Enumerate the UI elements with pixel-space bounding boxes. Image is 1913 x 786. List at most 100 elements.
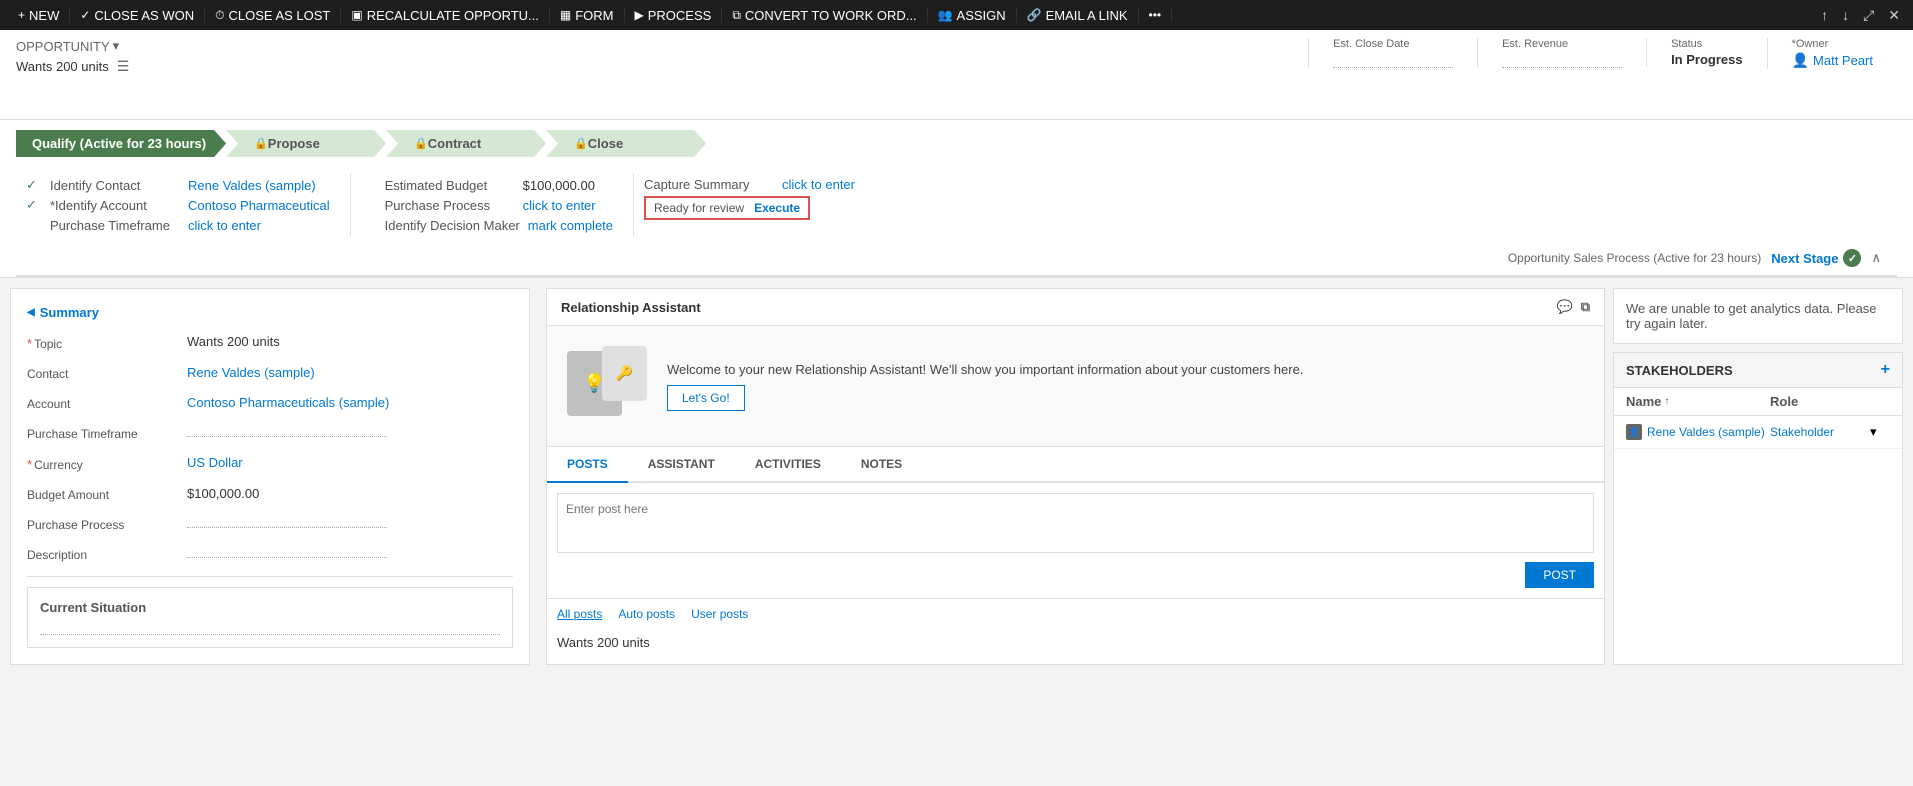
toolbar-item-form[interactable]: ▦FORM xyxy=(550,8,625,23)
sort-icon[interactable]: ↑ xyxy=(1664,396,1669,407)
check-icon-contact: ✓ xyxy=(26,177,42,193)
post-input[interactable] xyxy=(557,493,1594,553)
assign-icon: 👥 xyxy=(938,8,953,22)
process-bottom: Opportunity Sales Process (Active for 23… xyxy=(16,245,1897,277)
stage-step-propose[interactable]: 🔒 Propose xyxy=(226,130,386,157)
owner-field: *Owner 👤 Matt Peart xyxy=(1767,38,1897,69)
toolbar-item-recalculate[interactable]: ▣RECALCULATE OPPORTU... xyxy=(341,8,550,23)
stakeholder-role[interactable]: Stakeholder xyxy=(1770,425,1870,439)
add-stakeholder-icon[interactable]: + xyxy=(1881,361,1890,379)
posts-tabs: POSTSASSISTANTACTIVITIESNOTES xyxy=(547,447,1604,483)
stakeholder-menu[interactable]: ▾ xyxy=(1870,424,1890,440)
toolbar-item-email[interactable]: 🔗EMAIL A LINK xyxy=(1017,8,1139,23)
expand-icon[interactable]: ⧉ xyxy=(1581,299,1590,315)
form-field-contact: ContactRene Valdes (sample) xyxy=(27,365,513,381)
col-role-header: Role xyxy=(1770,394,1870,409)
next-stage-button[interactable]: Next Stage ✓ xyxy=(1771,249,1861,267)
purchase-process-action[interactable]: click to enter xyxy=(523,198,596,213)
toolbar-item-new[interactable]: + NEW xyxy=(8,8,70,23)
form-label-_topic: *Topic xyxy=(27,334,187,351)
form-label-contact: Contact xyxy=(27,365,187,381)
process-row-budget: ✓ Estimated Budget $100,000.00 xyxy=(361,177,613,193)
form-divider xyxy=(27,576,513,577)
decision-maker-action[interactable]: mark complete xyxy=(528,218,613,233)
purchase-timeframe-action[interactable]: click to enter xyxy=(188,218,261,233)
form-label-description: Description xyxy=(27,546,187,562)
form-field-purchase_process: Purchase Process xyxy=(27,516,513,532)
current-situation-value[interactable] xyxy=(40,623,500,635)
stage-step-close[interactable]: 🔒 Close xyxy=(546,130,706,157)
tab-assistant[interactable]: ASSISTANT xyxy=(628,447,735,483)
toolbar-item-assign[interactable]: 👥 ASSIGN xyxy=(928,8,1017,23)
posts-preview: Wants 200 units xyxy=(547,629,1604,656)
process-details: ✓ Identify Contact Rene Valdes (sample) … xyxy=(16,165,1897,245)
toolbar-down-btn[interactable]: ↓ xyxy=(1837,5,1854,25)
toolbar-item-process[interactable]: ▶PROCESS xyxy=(625,8,723,23)
post-filter-all[interactable]: All posts xyxy=(557,607,602,621)
toolbar-up-btn[interactable]: ↑ xyxy=(1816,5,1833,25)
form-field-_topic: *TopicWants 200 units xyxy=(27,334,513,351)
form-icon: ▦ xyxy=(560,8,571,22)
post-button[interactable]: POST xyxy=(1525,562,1594,588)
summary-fields: *TopicWants 200 units ContactRene Valdes … xyxy=(27,334,513,562)
execute-button[interactable]: Execute xyxy=(754,201,800,215)
form-label-account: Account xyxy=(27,395,187,411)
post-filter-auto[interactable]: Auto posts xyxy=(618,607,675,621)
toolbar-item-convert[interactable]: ⧉CONVERT TO WORK ORD... xyxy=(722,8,927,23)
tab-posts[interactable]: POSTS xyxy=(547,447,628,483)
form-value-_currency[interactable]: US Dollar xyxy=(187,455,513,470)
capture-summary-action[interactable]: click to enter xyxy=(782,177,855,192)
new-label: NEW xyxy=(29,8,59,23)
center-panel: Relationship Assistant 💬 ⧉ 💡 🔑 Welcome t… xyxy=(546,288,1605,665)
stage-step-qualify[interactable]: Qualify (Active for 23 hours) xyxy=(16,130,226,157)
lets-go-button[interactable]: Let's Go! xyxy=(667,385,745,411)
convert-icon: ⧉ xyxy=(732,8,741,23)
form-field-purchase_timeframe: Purchase Timeframe xyxy=(27,425,513,441)
propose-lock-icon: 🔒 xyxy=(254,137,268,150)
comment-icon[interactable]: 💬 xyxy=(1557,299,1573,315)
form-value-purchase_timeframe[interactable] xyxy=(187,425,387,437)
toolbar-expand-btn[interactable]: ⤢ xyxy=(1858,5,1879,26)
contact-link[interactable]: Rene Valdes (sample) xyxy=(188,178,316,193)
stakeholder-name[interactable]: 👤 Rene Valdes (sample) xyxy=(1626,424,1770,440)
toolbar: + NEW ✓CLOSE AS WON⏱CLOSE AS LOST▣RECALCUL… xyxy=(0,0,1913,30)
account-link[interactable]: Contoso Pharmaceutical xyxy=(188,198,330,213)
rel-assistant-header: Relationship Assistant 💬 ⧉ xyxy=(547,289,1604,326)
process-col-2: ✓ Estimated Budget $100,000.00 ✓ Purchas… xyxy=(351,173,634,237)
form-value-contact[interactable]: Rene Valdes (sample) xyxy=(187,365,513,380)
toolbar-item-more[interactable]: ••• xyxy=(1139,8,1173,22)
form-value-account[interactable]: Contoso Pharmaceuticals (sample) xyxy=(187,395,513,410)
toolbar-item-close-as-lost[interactable]: ⏱CLOSE AS LOST xyxy=(205,8,341,23)
breadcrumb: OPPORTUNITY ▾ xyxy=(16,38,957,54)
form-value-purchase_process[interactable] xyxy=(187,516,387,528)
posts-filter-row: All posts Auto posts User posts xyxy=(547,598,1604,629)
stakeholders-rows: 👤 Rene Valdes (sample) Stakeholder ▾ xyxy=(1614,416,1902,449)
stage-step-contract[interactable]: 🔒 Contract xyxy=(386,130,546,157)
form-label-budget_amount: Budget Amount xyxy=(27,486,187,502)
toolbar-close-btn[interactable]: ✕ xyxy=(1883,5,1905,26)
new-icon: + xyxy=(18,8,25,22)
check-placeholder2: ✓ xyxy=(361,177,377,193)
est-revenue-field: Est. Revenue xyxy=(1477,38,1646,68)
form-value-description[interactable] xyxy=(187,546,387,558)
check-placeholder4: ✓ xyxy=(361,217,377,233)
owner-value[interactable]: 👤 Matt Peart xyxy=(1792,52,1873,69)
col-actions-header xyxy=(1870,394,1890,409)
propose-label: Propose xyxy=(268,136,320,151)
menu-icon[interactable]: ☰ xyxy=(117,58,130,75)
assign-label: ASSIGN xyxy=(957,8,1006,23)
recalculate-icon: ▣ xyxy=(351,8,362,22)
toolbar-item-close-as-won[interactable]: ✓CLOSE AS WON xyxy=(70,8,205,23)
est-revenue-value[interactable] xyxy=(1502,56,1622,68)
tab-notes[interactable]: NOTES xyxy=(841,447,922,483)
process-row-ready: Ready for review Execute xyxy=(644,196,894,220)
post-filter-user[interactable]: User posts xyxy=(691,607,748,621)
est-close-date-value[interactable] xyxy=(1333,56,1453,68)
ra-text: Welcome to your new Relationship Assista… xyxy=(667,362,1584,411)
process-row-purchase-process: ✓ Purchase Process click to enter xyxy=(361,197,613,213)
collapse-icon[interactable]: ∧ xyxy=(1871,250,1881,266)
process-row-timeframe: ✓ Purchase Timeframe click to enter xyxy=(26,217,330,233)
chevron-icon: ▾ xyxy=(113,38,120,54)
email-icon: 🔗 xyxy=(1027,8,1042,22)
tab-activities[interactable]: ACTIVITIES xyxy=(735,447,841,483)
